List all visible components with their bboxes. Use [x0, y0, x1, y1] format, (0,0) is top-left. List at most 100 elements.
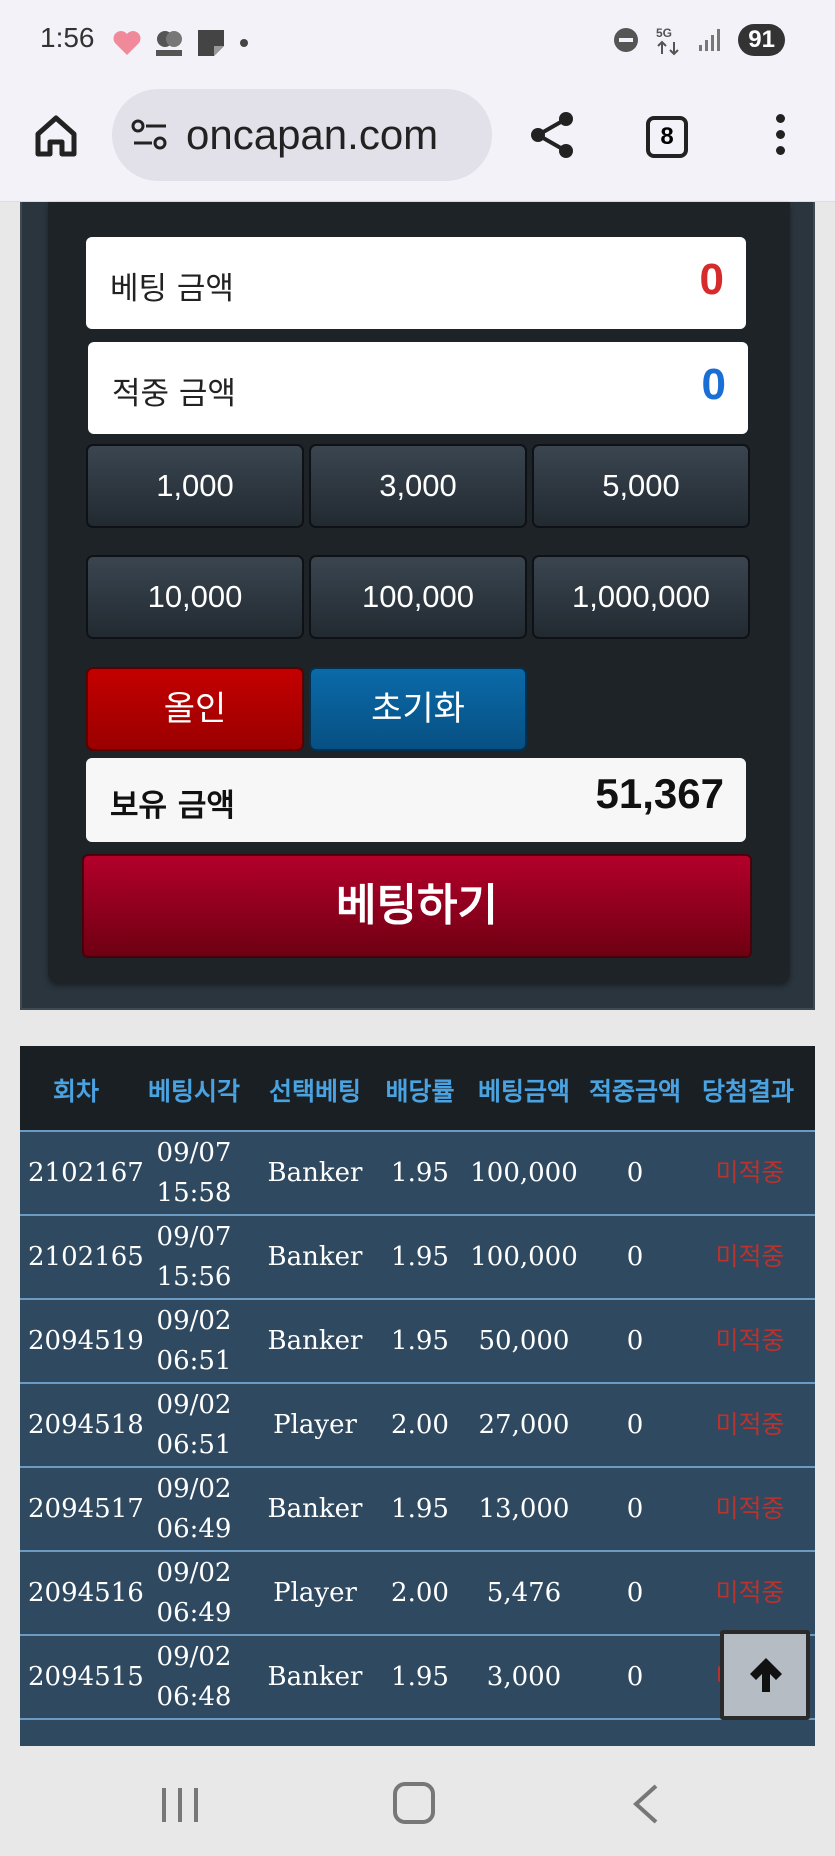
url-text[interactable]: oncapan.com [186, 111, 486, 159]
bet-time: 06:48 [156, 1682, 232, 1712]
bet-date: 09/02 [156, 1390, 232, 1420]
arrow-up-icon [750, 1658, 782, 1692]
bet-date: 09/02 [156, 1474, 232, 1504]
share-icon[interactable] [528, 110, 576, 160]
heart-icon [112, 30, 142, 56]
cell-bet-time: 09/02 06:51 [132, 1384, 256, 1466]
win-amount-value: 0 [701, 360, 726, 409]
table-row: 09/02 [20, 1718, 815, 1746]
bet-date: 09/02 [156, 1558, 232, 1588]
cell-pick: Banker [267, 1326, 363, 1356]
cell-result: 미적중 [715, 1410, 785, 1439]
cell-bet-time: 09/02 [132, 1720, 256, 1746]
cell-bet-time: 09/07 15:56 [132, 1216, 256, 1298]
system-nav-bar [0, 1746, 835, 1856]
cell-result: 미적중 [715, 1326, 785, 1355]
site-settings-icon[interactable] [130, 117, 170, 153]
cell-bet-amount: 5,476 [486, 1578, 562, 1608]
cell-result: 미적중 [715, 1578, 785, 1607]
header-round: 회차 [52, 1077, 99, 1106]
header-bet-amount: 베팅금액 [477, 1077, 570, 1106]
cell-bet-amount: 27,000 [478, 1410, 570, 1440]
cell-odds: 1.95 [391, 1662, 449, 1692]
cell-pick: Player [273, 1578, 357, 1608]
header-pick: 선택베팅 [268, 1077, 361, 1106]
note-icon [198, 30, 224, 56]
chip-3000-button[interactable]: 3,000 [309, 444, 527, 528]
clock: 1:56 [40, 22, 95, 53]
cell-bet-amount: 13,000 [478, 1494, 570, 1524]
cell-bet-amount: 100,000 [470, 1158, 578, 1188]
header-bet-time: 베팅시각 [147, 1077, 240, 1106]
table-row: 2094517 09/02 06:49 Banker 1.95 13,000 0 미적중 [20, 1466, 815, 1550]
cell-win-amount: 0 [626, 1410, 644, 1440]
bet-time: 06:51 [156, 1346, 232, 1376]
bet-history-table: 회차 베팅시각 선택베팅 배당률 베팅금액 적중금액 당첨결과 2102167 0… [20, 1046, 815, 1746]
chip-100000-button[interactable]: 100,000 [309, 555, 527, 639]
cell-odds: 1.95 [391, 1326, 449, 1356]
all-in-button[interactable]: 올인 [86, 667, 304, 751]
home-nav-icon[interactable] [393, 1782, 435, 1824]
cell-win-amount: 0 [626, 1242, 644, 1272]
cell-odds: 1.95 [391, 1494, 449, 1524]
cell-bet-amount: 3,000 [486, 1662, 562, 1692]
cell-bet-time: 09/02 06:49 [132, 1552, 256, 1634]
cell-win-amount: 0 [626, 1662, 644, 1692]
scroll-to-top-button[interactable] [720, 1630, 810, 1720]
balance-label: 보유 금액 [110, 788, 235, 824]
bet-time: 15:56 [156, 1262, 232, 1292]
address-bar[interactable]: oncapan.com [112, 89, 492, 181]
cell-pick: Banker [267, 1662, 363, 1692]
table-row: 2102167 09/07 15:58 Banker 1.95 100,000 0 미적중 [20, 1130, 815, 1214]
header-win-amount: 적중금액 [588, 1077, 681, 1106]
cell-odds: 2.00 [391, 1410, 449, 1440]
dot-icon [240, 39, 248, 47]
bet-time: 06:49 [156, 1598, 232, 1628]
win-amount-label: 적중 금액 [112, 376, 236, 412]
place-bet-button[interactable]: 베팅하기 [82, 854, 752, 958]
cell-round: 2102165 [28, 1242, 144, 1272]
bet-panel-container: 베팅 금액 0 적중 금액 0 1,000 3,000 5,000 10,000… [20, 202, 815, 1010]
cell-bet-time: 09/02 06:48 [132, 1636, 256, 1718]
reset-button[interactable]: 초기화 [309, 667, 527, 751]
cell-round: 2094515 [28, 1662, 144, 1692]
balance-box: 보유 금액 51,367 [86, 758, 746, 842]
chip-5000-button[interactable]: 5,000 [532, 444, 750, 528]
system-icons: 5G 91 [612, 24, 785, 56]
more-menu-icon[interactable] [770, 114, 790, 158]
status-bar: 1:56 5G 91 [0, 0, 835, 84]
cell-pick: Banker [267, 1242, 363, 1272]
header-result: 당첨결과 [701, 1077, 794, 1106]
cell-round: 2094517 [28, 1494, 144, 1524]
table-row: 2094516 09/02 06:49 Player 2.00 5,476 0 미적중 [20, 1550, 815, 1634]
home-icon[interactable] [32, 112, 80, 160]
cell-round: 2094519 [28, 1326, 144, 1356]
cell-pick [256, 1720, 374, 1746]
bet-date: 09/02 [156, 1306, 232, 1336]
recents-icon[interactable] [160, 1786, 200, 1824]
cell-win-amount: 0 [626, 1326, 644, 1356]
cell-bet-amount: 100,000 [470, 1242, 578, 1272]
cell-round [20, 1720, 132, 1746]
cell-bet-amount [466, 1720, 582, 1746]
cell-round: 2094518 [28, 1410, 144, 1440]
cell-odds: 1.95 [391, 1158, 449, 1188]
table-row: 2094519 09/02 06:51 Banker 1.95 50,000 0 미적중 [20, 1298, 815, 1382]
table-row: 2094518 09/02 06:51 Player 2.00 27,000 0 미적중 [20, 1382, 815, 1466]
chip-10000-button[interactable]: 10,000 [86, 555, 304, 639]
cell-bet-time: 09/02 06:49 [132, 1468, 256, 1550]
bet-panel: 베팅 금액 0 적중 금액 0 1,000 3,000 5,000 10,000… [48, 202, 790, 982]
cell-bet-time: 09/02 06:51 [132, 1300, 256, 1382]
bet-amount-value: 0 [699, 255, 724, 304]
bet-date: 09/02 [156, 1642, 232, 1672]
bet-amount-label: 베팅 금액 [110, 271, 234, 307]
back-icon[interactable] [630, 1782, 660, 1826]
tabs-button[interactable]: 8 [646, 116, 688, 158]
cell-odds [374, 1720, 466, 1746]
header-odds: 배당률 [385, 1077, 455, 1106]
table-header: 회차 베팅시각 선택베팅 배당률 베팅금액 적중금액 당첨결과 [20, 1046, 815, 1130]
cell-win-amount [582, 1720, 688, 1746]
chip-1000000-button[interactable]: 1,000,000 [532, 555, 750, 639]
balance-value: 51,367 [595, 770, 724, 817]
chip-1000-button[interactable]: 1,000 [86, 444, 304, 528]
